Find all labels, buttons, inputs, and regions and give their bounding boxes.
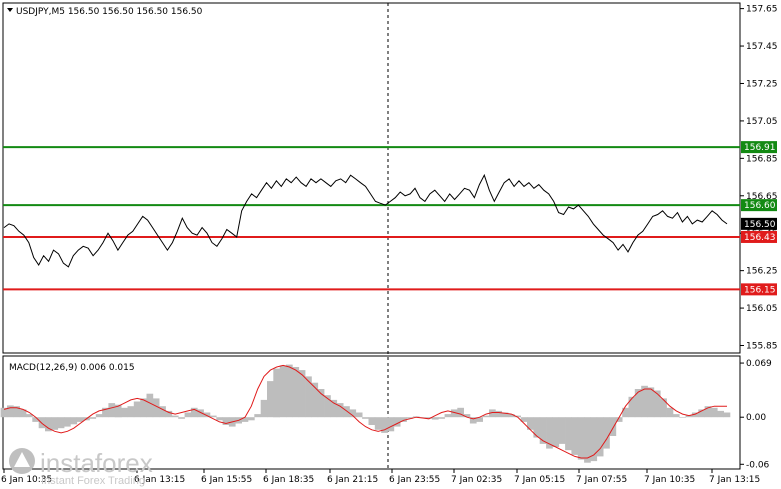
- price-header: USDJPY,M5 156.50 156.50 156.50 156.50: [16, 7, 203, 17]
- price-tick-label: 155.85: [746, 342, 778, 352]
- price-tick-label: 157.45: [746, 42, 778, 52]
- macd-bar: [552, 417, 560, 447]
- macd-bar: [216, 417, 223, 421]
- macd-bar: [482, 415, 490, 418]
- level-tag-label: 156.91: [744, 143, 776, 153]
- time-tick-label: 7 Jan 13:15: [709, 475, 760, 485]
- time-tick-label: 6 Jan 23:55: [389, 475, 440, 485]
- macd-bar: [146, 393, 154, 418]
- macd-bar: [565, 417, 572, 451]
- macd-bar: [603, 417, 610, 449]
- macd-bar: [660, 398, 667, 418]
- macd-bar: [254, 414, 261, 418]
- macd-bar: [571, 417, 579, 455]
- macd-bar: [431, 417, 439, 420]
- macd-bar: [57, 417, 65, 429]
- macd-bar: [305, 376, 312, 418]
- macd-bar: [260, 399, 268, 418]
- macd-bar: [368, 417, 376, 425]
- macd-bar: [248, 417, 255, 421]
- macd-bar: [95, 414, 103, 418]
- time-tick-label: 6 Jan 21:15: [327, 475, 378, 485]
- macd-bar: [286, 364, 293, 418]
- macd-bar: [267, 381, 274, 418]
- price-tick-label: 157.05: [746, 117, 778, 127]
- price-panel: [2, 2, 741, 354]
- price-tick-label: 157.25: [746, 79, 778, 89]
- macd-bar: [679, 417, 686, 418]
- macd-bar: [51, 417, 59, 430]
- macd-bar: [108, 403, 116, 418]
- macd-bar: [64, 417, 71, 427]
- macd-bar: [653, 390, 661, 418]
- macd-bar: [723, 412, 731, 418]
- macd-bar: [133, 401, 141, 418]
- instaforex-watermark: instaforex Instant Forex Trading: [9, 448, 153, 487]
- macd-bar: [647, 387, 655, 418]
- time-tick-label: 7 Jan 07:55: [576, 475, 627, 485]
- macd-bar: [634, 389, 642, 418]
- time-tick-label: 7 Jan 05:15: [514, 475, 565, 485]
- price-y-axis: 157.65157.45157.25157.05156.85156.65156.…: [740, 5, 778, 352]
- macd-bar: [343, 406, 350, 418]
- time-tick-label: 7 Jan 02:35: [451, 475, 502, 485]
- macd-bar: [495, 410, 502, 418]
- macd-bar: [38, 417, 46, 429]
- macd-header: MACD(12,26,9) 0.006 0.015: [9, 363, 135, 373]
- macd-bar: [292, 367, 300, 418]
- macd-bar: [178, 417, 185, 419]
- macd-bar: [438, 417, 445, 419]
- macd-bar: [209, 415, 217, 418]
- price-tick-label: 157.65: [746, 5, 778, 15]
- macd-bar: [584, 417, 591, 463]
- time-tick-label: 7 Jan 10:35: [644, 475, 695, 485]
- time-tick-label: 6 Jan 18:35: [263, 475, 314, 485]
- time-tick-label: 6 Jan 15:55: [201, 475, 252, 485]
- macd-bar: [444, 414, 452, 418]
- price-tick-label: 156.85: [746, 154, 778, 164]
- macd-bar: [121, 407, 128, 418]
- macd-bar: [558, 417, 566, 444]
- price-tick-label: 156.25: [746, 267, 778, 277]
- level-tag-label: 156.15: [744, 285, 776, 295]
- macd-bar: [628, 396, 636, 418]
- macd-bar: [577, 417, 585, 460]
- macd-bar: [184, 412, 192, 418]
- trading-chart[interactable]: 157.65157.45157.25157.05156.85156.65156.…: [0, 0, 781, 489]
- level-tag-label: 156.43: [744, 233, 776, 243]
- macd-bar: [127, 406, 135, 418]
- macd-y-axis: 0.069 0.00 -0.06: [740, 359, 772, 470]
- macd-bar: [273, 368, 280, 418]
- macd-bar: [171, 415, 179, 418]
- current-price-label: 156.50: [744, 220, 776, 230]
- macd-bar: [672, 414, 680, 418]
- watermark-brand: instaforex: [40, 448, 153, 478]
- macd-bar: [89, 417, 97, 419]
- price-tick-label: 156.05: [746, 304, 778, 314]
- macd-bar: [666, 407, 674, 418]
- macd-bar: [362, 417, 369, 419]
- macd-bar: [374, 417, 382, 430]
- macd-bar: [70, 417, 78, 425]
- macd-bar: [533, 417, 541, 438]
- macd-bar: [710, 407, 718, 418]
- macd-tick-label: -0.06: [746, 460, 770, 470]
- macd-tick-label: 0.069: [746, 359, 772, 369]
- macd-bar: [355, 412, 363, 418]
- macd-bar: [279, 365, 287, 418]
- instaforex-logo-icon: [9, 448, 35, 474]
- macd-tick-label: 0.00: [746, 413, 766, 423]
- level-tag-label: 156.60: [744, 201, 776, 211]
- watermark-tagline: Instant Forex Trading: [41, 475, 145, 487]
- macd-bar: [387, 417, 395, 432]
- macd-bar: [539, 417, 547, 444]
- macd-bar: [7, 405, 14, 418]
- macd-bar: [717, 410, 724, 418]
